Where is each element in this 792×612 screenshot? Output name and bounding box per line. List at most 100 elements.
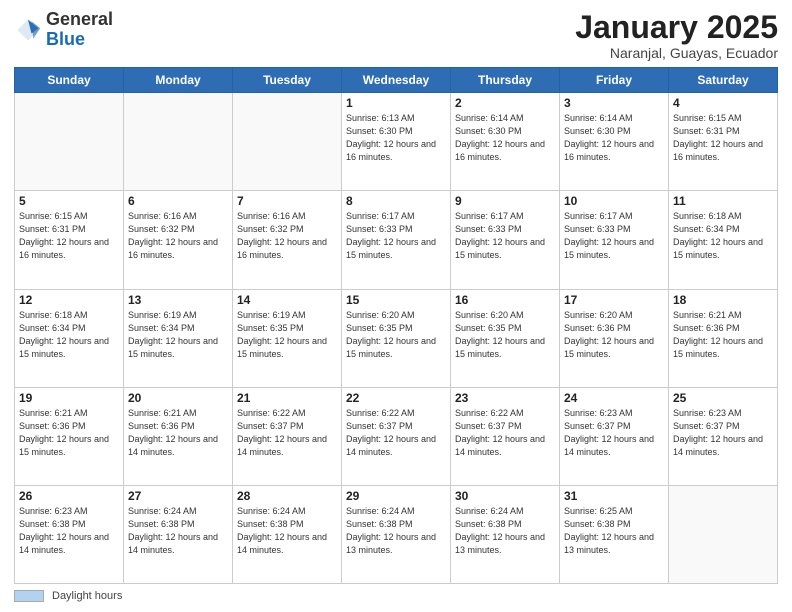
day-number: 3: [564, 96, 664, 110]
day-number: 8: [346, 194, 446, 208]
day-number: 10: [564, 194, 664, 208]
day-info: Sunrise: 6:20 AM Sunset: 6:35 PM Dayligh…: [346, 309, 446, 361]
table-row: 5Sunrise: 6:15 AM Sunset: 6:31 PM Daylig…: [15, 191, 124, 289]
day-number: 9: [455, 194, 555, 208]
table-row: [15, 93, 124, 191]
legend-box: [14, 590, 44, 602]
logo-blue-text: Blue: [46, 29, 85, 49]
logo: General Blue: [14, 10, 113, 50]
day-number: 12: [19, 293, 119, 307]
day-number: 29: [346, 489, 446, 503]
calendar-day-header: Tuesday: [233, 68, 342, 93]
day-info: Sunrise: 6:21 AM Sunset: 6:36 PM Dayligh…: [673, 309, 773, 361]
location-subtitle: Naranjal, Guayas, Ecuador: [575, 45, 778, 61]
day-info: Sunrise: 6:16 AM Sunset: 6:32 PM Dayligh…: [128, 210, 228, 262]
calendar-week-row: 19 Sunrise: 6:21 AM Sunset: 6:36 PM Dayli…: [15, 387, 778, 485]
table-row: 25 Sunrise: 6:23 AM Sunset: 6:37 PM Dayli…: [669, 387, 778, 485]
day-number: 14: [237, 293, 337, 307]
calendar-header-row: SundayMondayTuesdayWednesdayThursdayFrid…: [15, 68, 778, 93]
table-row: 12 Sunrise: 6:18 AM Sunset: 6:34 PM Dayli…: [15, 289, 124, 387]
table-row: 11 Sunrise: 6:18 AM Sunset: 6:34 PM Dayli…: [669, 191, 778, 289]
calendar-day-header: Wednesday: [342, 68, 451, 93]
day-info: Sunrise: 6:24 AM Sunset: 6:38 PM Dayligh…: [128, 505, 228, 557]
day-info: Sunrise: 6:20 AM Sunset: 6:35 PM Dayligh…: [455, 309, 555, 361]
table-row: 27 Sunrise: 6:24 AM Sunset: 6:38 PM Dayli…: [124, 485, 233, 583]
day-info: Sunrise: 6:22 AM Sunset: 6:37 PM Dayligh…: [346, 407, 446, 459]
day-info: Sunrise: 6:18 AM Sunset: 6:34 PM Dayligh…: [673, 210, 773, 262]
day-number: 31: [564, 489, 664, 503]
logo-text: General Blue: [46, 10, 113, 50]
table-row: 23 Sunrise: 6:22 AM Sunset: 6:37 PM Dayli…: [451, 387, 560, 485]
calendar-table: SundayMondayTuesdayWednesdayThursdayFrid…: [14, 67, 778, 584]
table-row: 9 Sunrise: 6:17 AM Sunset: 6:33 PM Daylig…: [451, 191, 560, 289]
day-info: Sunrise: 6:24 AM Sunset: 6:38 PM Dayligh…: [346, 505, 446, 557]
calendar-day-header: Thursday: [451, 68, 560, 93]
calendar-day-header: Saturday: [669, 68, 778, 93]
day-number: 19: [19, 391, 119, 405]
day-info: Sunrise: 6:17 AM Sunset: 6:33 PM Dayligh…: [455, 210, 555, 262]
footer: Daylight hours: [14, 590, 778, 602]
table-row: 7Sunrise: 6:16 AM Sunset: 6:32 PM Daylig…: [233, 191, 342, 289]
table-row: 31 Sunrise: 6:25 AM Sunset: 6:38 PM Dayli…: [560, 485, 669, 583]
table-row: 15 Sunrise: 6:20 AM Sunset: 6:35 PM Dayli…: [342, 289, 451, 387]
day-info: Sunrise: 6:19 AM Sunset: 6:35 PM Dayligh…: [237, 309, 337, 361]
day-number: 22: [346, 391, 446, 405]
day-number: 23: [455, 391, 555, 405]
table-row: 24Sunrise: 6:23 AM Sunset: 6:37 PM Dayli…: [560, 387, 669, 485]
logo-icon: [14, 16, 42, 44]
day-number: 11: [673, 194, 773, 208]
day-info: Sunrise: 6:21 AM Sunset: 6:36 PM Dayligh…: [19, 407, 119, 459]
legend-label: Daylight hours: [52, 590, 122, 602]
day-number: 13: [128, 293, 228, 307]
day-number: 20: [128, 391, 228, 405]
day-number: 27: [128, 489, 228, 503]
table-row: 18 Sunrise: 6:21 AM Sunset: 6:36 PM Dayli…: [669, 289, 778, 387]
calendar-day-header: Sunday: [15, 68, 124, 93]
day-info: Sunrise: 6:17 AM Sunset: 6:33 PM Dayligh…: [564, 210, 664, 262]
day-info: Sunrise: 6:20 AM Sunset: 6:36 PM Dayligh…: [564, 309, 664, 361]
table-row: [233, 93, 342, 191]
day-info: Sunrise: 6:14 AM Sunset: 6:30 PM Dayligh…: [564, 112, 664, 164]
calendar-day-header: Friday: [560, 68, 669, 93]
calendar-week-row: 26Sunrise: 6:23 AM Sunset: 6:38 PM Dayli…: [15, 485, 778, 583]
day-info: Sunrise: 6:18 AM Sunset: 6:34 PM Dayligh…: [19, 309, 119, 361]
day-info: Sunrise: 6:14 AM Sunset: 6:30 PM Dayligh…: [455, 112, 555, 164]
day-number: 1: [346, 96, 446, 110]
day-info: Sunrise: 6:22 AM Sunset: 6:37 PM Dayligh…: [455, 407, 555, 459]
day-info: Sunrise: 6:24 AM Sunset: 6:38 PM Dayligh…: [455, 505, 555, 557]
day-info: Sunrise: 6:16 AM Sunset: 6:32 PM Dayligh…: [237, 210, 337, 262]
table-row: 14 Sunrise: 6:19 AM Sunset: 6:35 PM Dayli…: [233, 289, 342, 387]
day-info: Sunrise: 6:13 AM Sunset: 6:30 PM Dayligh…: [346, 112, 446, 164]
day-info: Sunrise: 6:21 AM Sunset: 6:36 PM Dayligh…: [128, 407, 228, 459]
day-info: Sunrise: 6:23 AM Sunset: 6:37 PM Dayligh…: [564, 407, 664, 459]
day-info: Sunrise: 6:23 AM Sunset: 6:37 PM Dayligh…: [673, 407, 773, 459]
day-number: 2: [455, 96, 555, 110]
page: General Blue January 2025 Naranjal, Guay…: [0, 0, 792, 612]
table-row: 2 Sunrise: 6:14 AM Sunset: 6:30 PM Daylig…: [451, 93, 560, 191]
table-row: [669, 485, 778, 583]
table-row: 3 Sunrise: 6:14 AM Sunset: 6:30 PM Daylig…: [560, 93, 669, 191]
day-number: 15: [346, 293, 446, 307]
logo-general-text: General: [46, 9, 113, 29]
table-row: 1 Sunrise: 6:13 AM Sunset: 6:30 PM Daylig…: [342, 93, 451, 191]
day-info: Sunrise: 6:19 AM Sunset: 6:34 PM Dayligh…: [128, 309, 228, 361]
table-row: 6Sunrise: 6:16 AM Sunset: 6:32 PM Daylig…: [124, 191, 233, 289]
day-number: 21: [237, 391, 337, 405]
calendar-week-row: 5Sunrise: 6:15 AM Sunset: 6:31 PM Daylig…: [15, 191, 778, 289]
table-row: 22 Sunrise: 6:22 AM Sunset: 6:37 PM Dayli…: [342, 387, 451, 485]
table-row: 4Sunrise: 6:15 AM Sunset: 6:31 PM Daylig…: [669, 93, 778, 191]
table-row: 20 Sunrise: 6:21 AM Sunset: 6:36 PM Dayli…: [124, 387, 233, 485]
header: General Blue January 2025 Naranjal, Guay…: [14, 10, 778, 61]
day-number: 18: [673, 293, 773, 307]
day-info: Sunrise: 6:17 AM Sunset: 6:33 PM Dayligh…: [346, 210, 446, 262]
day-info: Sunrise: 6:24 AM Sunset: 6:38 PM Dayligh…: [237, 505, 337, 557]
table-row: 19 Sunrise: 6:21 AM Sunset: 6:36 PM Dayli…: [15, 387, 124, 485]
day-info: Sunrise: 6:15 AM Sunset: 6:31 PM Dayligh…: [19, 210, 119, 262]
day-info: Sunrise: 6:15 AM Sunset: 6:31 PM Dayligh…: [673, 112, 773, 164]
day-number: 25: [673, 391, 773, 405]
calendar-day-header: Monday: [124, 68, 233, 93]
table-row: 28Sunrise: 6:24 AM Sunset: 6:38 PM Dayli…: [233, 485, 342, 583]
day-info: Sunrise: 6:25 AM Sunset: 6:38 PM Dayligh…: [564, 505, 664, 557]
day-number: 26: [19, 489, 119, 503]
calendar-week-row: 1 Sunrise: 6:13 AM Sunset: 6:30 PM Daylig…: [15, 93, 778, 191]
